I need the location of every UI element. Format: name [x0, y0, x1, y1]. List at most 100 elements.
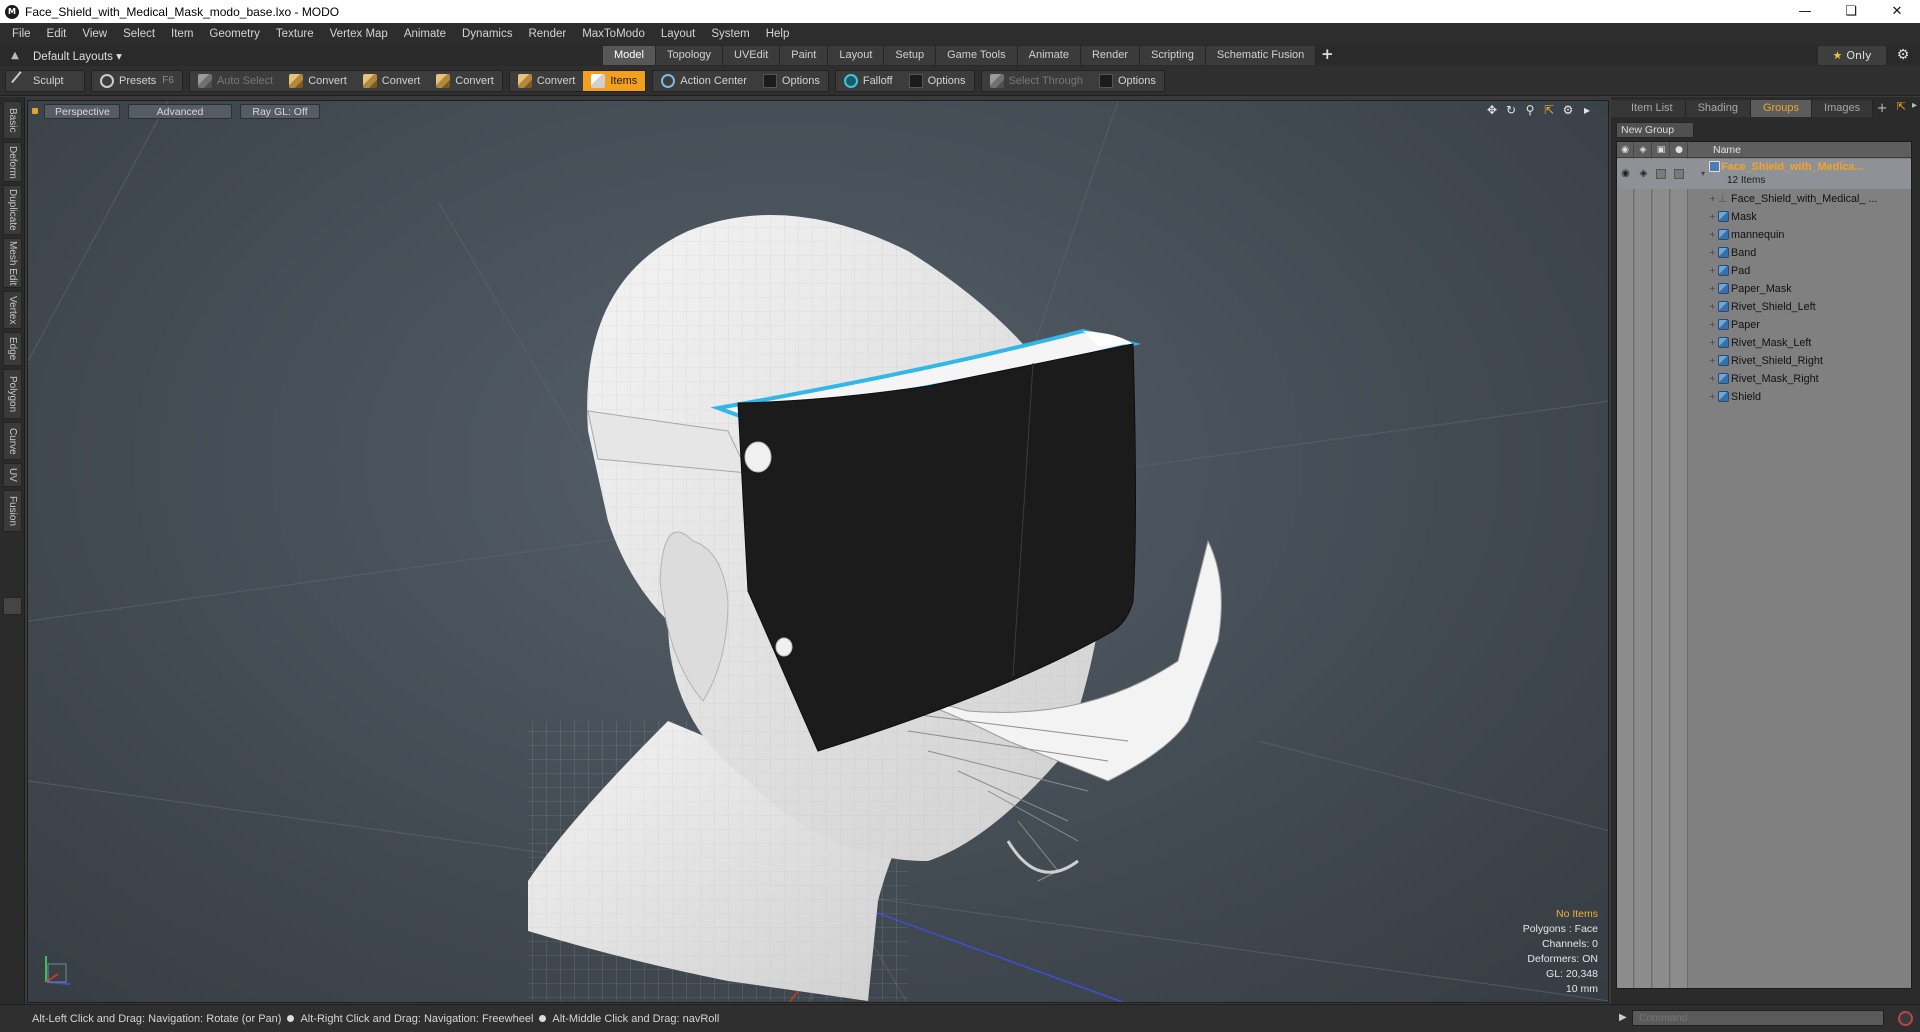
panel-expand-icon[interactable]: ⇱: [1897, 100, 1906, 113]
only-button[interactable]: ★ Only: [1818, 46, 1886, 65]
tab-game-tools[interactable]: Game Tools: [936, 46, 1018, 65]
command-history-arrow-icon[interactable]: ▶: [1619, 1012, 1627, 1023]
tab-fusion[interactable]: Fusion: [3, 490, 22, 532]
menu-system[interactable]: System: [703, 28, 757, 40]
lock-column-icon[interactable]: ▣: [1653, 142, 1670, 158]
new-group-button[interactable]: New Group: [1616, 122, 1694, 138]
action-center-options-button[interactable]: Options: [755, 71, 828, 91]
tree-item-mannequin[interactable]: + mannequin: [1617, 226, 1911, 244]
gear-icon[interactable]: ⚙: [1892, 46, 1914, 65]
tree-item-rivet-mask-left[interactable]: + Rivet_Mask_Left: [1617, 334, 1911, 352]
tab-mesh-edit[interactable]: Mesh Edit: [3, 238, 22, 288]
tree-item-band[interactable]: + Band: [1617, 244, 1911, 262]
collapse-toolbar-icon[interactable]: ▲: [5, 50, 25, 61]
tab-deform[interactable]: Deform: [3, 142, 22, 182]
presets-button[interactable]: Presets F6: [92, 71, 182, 91]
tree-item-shield[interactable]: + Shield: [1617, 388, 1911, 406]
menu-view[interactable]: View: [74, 28, 115, 40]
tab-duplicate[interactable]: Duplicate: [3, 185, 22, 235]
convert-edges-button[interactable]: Convert: [355, 71, 429, 91]
tab-paint[interactable]: Paint: [780, 46, 829, 65]
tab-vertex[interactable]: Vertex: [3, 291, 22, 329]
tab-render[interactable]: Render: [1080, 46, 1141, 65]
viewport-menu-icon[interactable]: [32, 108, 38, 114]
minimize-icon[interactable]: —: [1782, 0, 1828, 23]
select-toggle[interactable]: [1674, 169, 1684, 179]
tab-curve[interactable]: Curve: [3, 422, 22, 460]
render-column-icon[interactable]: ◈: [1635, 142, 1652, 158]
menu-select[interactable]: Select: [115, 28, 163, 40]
tree-item-paper-mask[interactable]: + Paper_Mask: [1617, 280, 1911, 298]
convert-vertices-button[interactable]: Convert: [281, 71, 355, 91]
name-column-header[interactable]: Name: [1713, 142, 1741, 158]
menu-render[interactable]: Render: [520, 28, 574, 40]
tab-uvedit[interactable]: UVEdit: [723, 46, 781, 65]
add-tab-icon[interactable]: +: [1316, 45, 1338, 66]
fit-view-icon[interactable]: ⇱: [1542, 103, 1556, 117]
menu-help[interactable]: Help: [758, 28, 798, 40]
command-input[interactable]: [1632, 1010, 1884, 1026]
menu-edit[interactable]: Edit: [39, 28, 75, 40]
select-through-options-button[interactable]: Options: [1091, 71, 1164, 91]
group-row[interactable]: ◉ ◈ ▾ Face_Shield_with_Medica... 12 Item…: [1617, 159, 1911, 189]
zoom-icon[interactable]: ⚲: [1523, 103, 1537, 117]
tree-item-mask[interactable]: + Mask: [1617, 208, 1911, 226]
convert-materials-button[interactable]: Convert: [510, 71, 584, 91]
menu-layout[interactable]: Layout: [653, 28, 704, 40]
tree-item-pad[interactable]: + Pad: [1617, 262, 1911, 280]
palette-toggle-icon[interactable]: [3, 597, 22, 615]
action-center-button[interactable]: Action Center: [653, 71, 755, 91]
tree-item-rivet-shield-left[interactable]: + Rivet_Shield_Left: [1617, 298, 1911, 316]
tree-item-rivet-shield-right[interactable]: + Rivet_Shield_Right: [1617, 352, 1911, 370]
raygl-dropdown[interactable]: Ray GL: Off: [240, 103, 320, 119]
tab-images[interactable]: Images: [1812, 100, 1874, 117]
select-column-icon[interactable]: ●: [1671, 142, 1688, 158]
rotate-icon[interactable]: ↻: [1504, 103, 1518, 117]
sculpt-button[interactable]: Sculpt: [6, 70, 72, 91]
pan-icon[interactable]: ✥: [1485, 103, 1499, 117]
tab-edge[interactable]: Edge: [3, 332, 22, 366]
add-panel-tab-icon[interactable]: +: [1873, 100, 1891, 118]
menu-vertex-map[interactable]: Vertex Map: [322, 28, 396, 40]
tab-basic[interactable]: Basic: [3, 101, 22, 139]
restore-icon[interactable]: ❏: [1828, 0, 1874, 23]
tree-item-locator[interactable]: + ⊥ Face_Shield_with_Medical_ ...: [1617, 190, 1911, 208]
menu-maxtomodo[interactable]: MaxToModo: [574, 28, 653, 40]
tab-item-list[interactable]: Item List: [1611, 100, 1686, 117]
menu-animate[interactable]: Animate: [396, 28, 454, 40]
viewport-settings-icon[interactable]: ⚙: [1561, 103, 1575, 117]
items-mode-button[interactable]: Items: [583, 70, 646, 91]
tab-schematic-fusion[interactable]: Schematic Fusion: [1205, 46, 1317, 65]
viewport-expand-icon[interactable]: ▸: [1580, 103, 1594, 117]
falloff-options-button[interactable]: Options: [901, 71, 974, 91]
eye-icon[interactable]: ◉: [1619, 168, 1632, 180]
tab-topology[interactable]: Topology: [655, 46, 724, 65]
tab-groups[interactable]: Groups: [1750, 100, 1813, 117]
tab-uv[interactable]: UV: [3, 463, 22, 487]
tree-item-rivet-mask-right[interactable]: + Rivet_Mask_Right: [1617, 370, 1911, 388]
tab-shading[interactable]: Shading: [1685, 100, 1751, 117]
convert-polygons-button[interactable]: Convert: [428, 71, 502, 91]
close-icon[interactable]: ✕: [1874, 0, 1920, 23]
tree-item-paper[interactable]: + Paper: [1617, 316, 1911, 334]
menu-file[interactable]: File: [4, 28, 39, 40]
select-through-button[interactable]: Select Through: [982, 71, 1091, 91]
render-toggle-icon[interactable]: ◈: [1637, 168, 1650, 180]
panel-menu-icon[interactable]: ▸: [1912, 100, 1917, 111]
3d-viewport[interactable]: Perspective Advanced Ray GL: Off ✥ ↻ ⚲ ⇱…: [27, 100, 1609, 1003]
groups-tree[interactable]: ◉ ◈ ▣ ● Name ◉ ◈ ▾ Face_Shield_with_Medi…: [1616, 141, 1912, 989]
tab-setup[interactable]: Setup: [884, 46, 937, 65]
lock-toggle[interactable]: [1656, 169, 1666, 179]
tab-scripting[interactable]: Scripting: [1140, 46, 1206, 65]
tab-model[interactable]: Model: [603, 46, 656, 65]
tab-animate[interactable]: Animate: [1017, 46, 1081, 65]
menu-geometry[interactable]: Geometry: [201, 28, 268, 40]
menu-dynamics[interactable]: Dynamics: [454, 28, 520, 40]
auto-select-button[interactable]: Auto Select: [190, 71, 281, 91]
record-macro-icon[interactable]: [1898, 1011, 1913, 1026]
visibility-column-eye-icon[interactable]: ◉: [1617, 142, 1634, 158]
menu-item[interactable]: Item: [163, 28, 201, 40]
menu-texture[interactable]: Texture: [268, 28, 322, 40]
layout-selector[interactable]: Default Layouts ▾: [33, 49, 122, 63]
collapse-arrow-icon[interactable]: ▾: [1701, 167, 1709, 181]
